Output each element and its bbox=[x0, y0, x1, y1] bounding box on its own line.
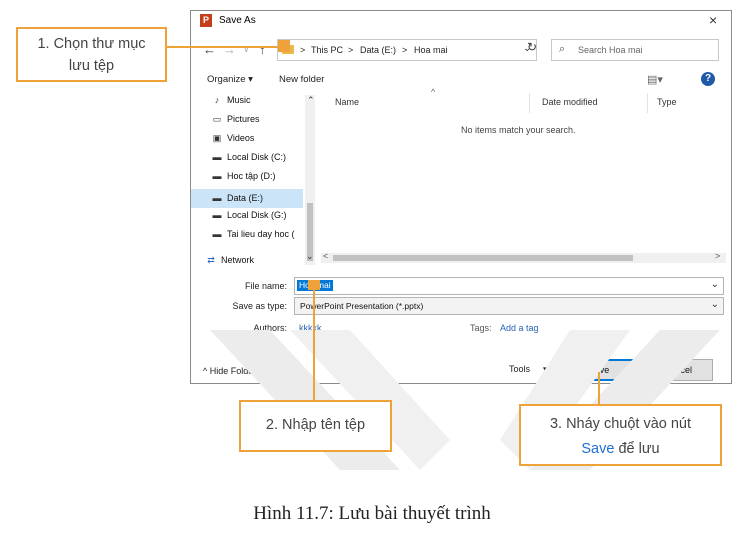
file-name-label: File name: bbox=[244, 281, 287, 291]
scroll-up-icon[interactable]: ⌃ bbox=[307, 95, 315, 106]
pictures-icon: ▭ bbox=[212, 114, 222, 124]
callout-1-line-2: lưu tệp bbox=[68, 58, 115, 74]
empty-message: No items match your search. bbox=[461, 125, 576, 135]
nav-item-label: Videos bbox=[227, 133, 255, 143]
save-as-type-label: Save as type: bbox=[232, 301, 287, 311]
forward-arrow-icon[interactable]: → bbox=[223, 42, 236, 57]
scroll-right-icon[interactable]: > bbox=[715, 251, 720, 261]
drive-icon: ▬ bbox=[212, 152, 222, 162]
search-placeholder: Search Hoa mai bbox=[578, 45, 643, 55]
callout-click-save: 3. Nháy chuột vào nút Save để lưu bbox=[519, 404, 722, 466]
file-list: ^ Name Date modified Type No items match… bbox=[321, 87, 726, 265]
callout-1-marker bbox=[278, 40, 290, 52]
nav-item-tai-lieu[interactable]: ▬ Tai lieu day hoc ( bbox=[211, 229, 307, 247]
callout-3-line-2: Save để lưu bbox=[521, 437, 720, 462]
drive-icon: ▬ bbox=[212, 193, 222, 203]
chevron-down-icon[interactable]: ⌄ bbox=[711, 299, 719, 310]
nav-item-label: Local Disk (C:) bbox=[227, 152, 287, 162]
callout-enter-file-name: 2. Nhập tên tệp bbox=[239, 400, 392, 452]
file-name-input[interactable]: Hoa mai ⌄ bbox=[294, 277, 724, 295]
breadcrumb-data-e[interactable]: Data (E:) bbox=[360, 45, 396, 55]
save-as-type-value: PowerPoint Presentation (*.pptx) bbox=[300, 301, 424, 311]
nav-item-videos[interactable]: ▣ Videos bbox=[211, 133, 255, 151]
callout-1-connector bbox=[167, 46, 281, 48]
callout-2-text: 2. Nhập tên tệp bbox=[265, 417, 366, 433]
breadcrumb-separator: > bbox=[300, 45, 306, 55]
column-header-date-modified[interactable]: Date modified bbox=[542, 97, 598, 107]
music-icon: ♪ bbox=[214, 95, 220, 105]
breadcrumb-separator: > bbox=[348, 45, 354, 55]
dialog-title: Save As bbox=[219, 15, 256, 26]
nav-item-label: Data (E:) bbox=[227, 193, 264, 203]
nav-item-local-disk-g[interactable]: ▬ Local Disk (G:) bbox=[211, 210, 287, 228]
nav-item-label: Tai lieu day hoc ( bbox=[227, 229, 295, 239]
callout-3-save-word: Save bbox=[581, 441, 615, 457]
nav-item-network[interactable]: ⇄ Network bbox=[205, 255, 254, 273]
breadcrumb-this-pc[interactable]: This PC bbox=[311, 45, 343, 55]
breadcrumb-hoa-mai[interactable]: Hoa mai bbox=[414, 45, 448, 55]
callout-3-connector bbox=[598, 372, 600, 404]
refresh-icon[interactable]: ↻ bbox=[527, 40, 537, 54]
new-folder-button[interactable]: New folder bbox=[279, 74, 324, 85]
horizontal-scrollbar[interactable]: < > bbox=[321, 251, 726, 263]
title-bar: P Save As × bbox=[191, 11, 731, 31]
toolbar: Organize ▾ New folder ▤▾ ? bbox=[191, 69, 731, 91]
breadcrumb-separator: > bbox=[402, 45, 408, 55]
nav-item-hoc-tap-d[interactable]: ▬ Hoc tập (D:) bbox=[211, 171, 276, 189]
organize-button[interactable]: Organize ▾ bbox=[207, 74, 253, 85]
column-divider[interactable] bbox=[647, 93, 648, 113]
help-icon[interactable]: ? bbox=[701, 72, 715, 86]
search-icon: ⌕ bbox=[559, 43, 566, 55]
nav-item-label: Music bbox=[227, 95, 251, 105]
search-input[interactable]: ⌕ Search Hoa mai bbox=[551, 39, 719, 61]
sort-ascending-icon: ^ bbox=[431, 87, 436, 97]
callout-choose-folder: 1. Chọn thư mục lưu tệp bbox=[16, 27, 167, 82]
horizontal-scroll-thumb[interactable] bbox=[333, 255, 633, 261]
save-as-dialog: P Save As × ← → ∨ ↑ > This PC > Data (E:… bbox=[190, 10, 732, 384]
navigation-pane: ♪ Music ▭ Pictures ▣ Videos ▬ Local Disk (C:… bbox=[191, 93, 316, 265]
scroll-down-icon[interactable]: ⌄ bbox=[306, 251, 314, 262]
address-bar[interactable]: > This PC > Data (E:) > Hoa mai ⌄ bbox=[277, 39, 537, 61]
up-arrow-icon[interactable]: ↑ bbox=[259, 42, 266, 57]
callout-3-line-1: 3. Nháy chuột vào nút bbox=[549, 416, 692, 432]
nav-item-local-disk-c[interactable]: ▬ Local Disk (C:) bbox=[211, 152, 287, 170]
column-header-name[interactable]: Name bbox=[335, 97, 359, 107]
nav-item-label: Hoc tập (D:) bbox=[227, 171, 276, 181]
scroll-left-icon[interactable]: < bbox=[323, 251, 328, 261]
videos-icon: ▣ bbox=[212, 133, 222, 143]
nav-item-music[interactable]: ♪ Music bbox=[211, 95, 251, 113]
powerpoint-icon: P bbox=[200, 14, 212, 27]
callout-2-connector bbox=[313, 282, 315, 400]
callout-2-marker bbox=[308, 280, 320, 290]
nav-item-pictures[interactable]: ▭ Pictures bbox=[211, 114, 260, 132]
nav-item-label: Network bbox=[221, 255, 255, 265]
nav-item-data-e[interactable]: ▬ Data (E:) bbox=[191, 189, 303, 208]
network-icon: ⇄ bbox=[207, 255, 215, 265]
nav-item-label: Local Disk (G:) bbox=[227, 210, 287, 220]
save-as-type-select[interactable]: PowerPoint Presentation (*.pptx) ⌄ bbox=[294, 297, 724, 315]
nav-item-label: Pictures bbox=[227, 114, 260, 124]
view-options-icon[interactable]: ▤▾ bbox=[647, 73, 663, 86]
callout-1-line-1: 1. Chọn thư mục bbox=[37, 36, 146, 52]
callout-3-rest: để lưu bbox=[614, 441, 660, 457]
drive-icon: ▬ bbox=[212, 171, 222, 181]
back-arrow-icon[interactable]: ← bbox=[203, 42, 216, 57]
column-header-type[interactable]: Type bbox=[657, 97, 677, 107]
column-divider[interactable] bbox=[529, 93, 530, 113]
drive-icon: ▬ bbox=[212, 229, 222, 239]
chevron-down-icon[interactable]: ⌄ bbox=[711, 279, 719, 290]
drive-icon: ▬ bbox=[212, 210, 222, 220]
close-icon[interactable]: × bbox=[709, 12, 717, 28]
figure-caption: Hình 11.7: Lưu bài thuyết trình bbox=[253, 503, 491, 524]
